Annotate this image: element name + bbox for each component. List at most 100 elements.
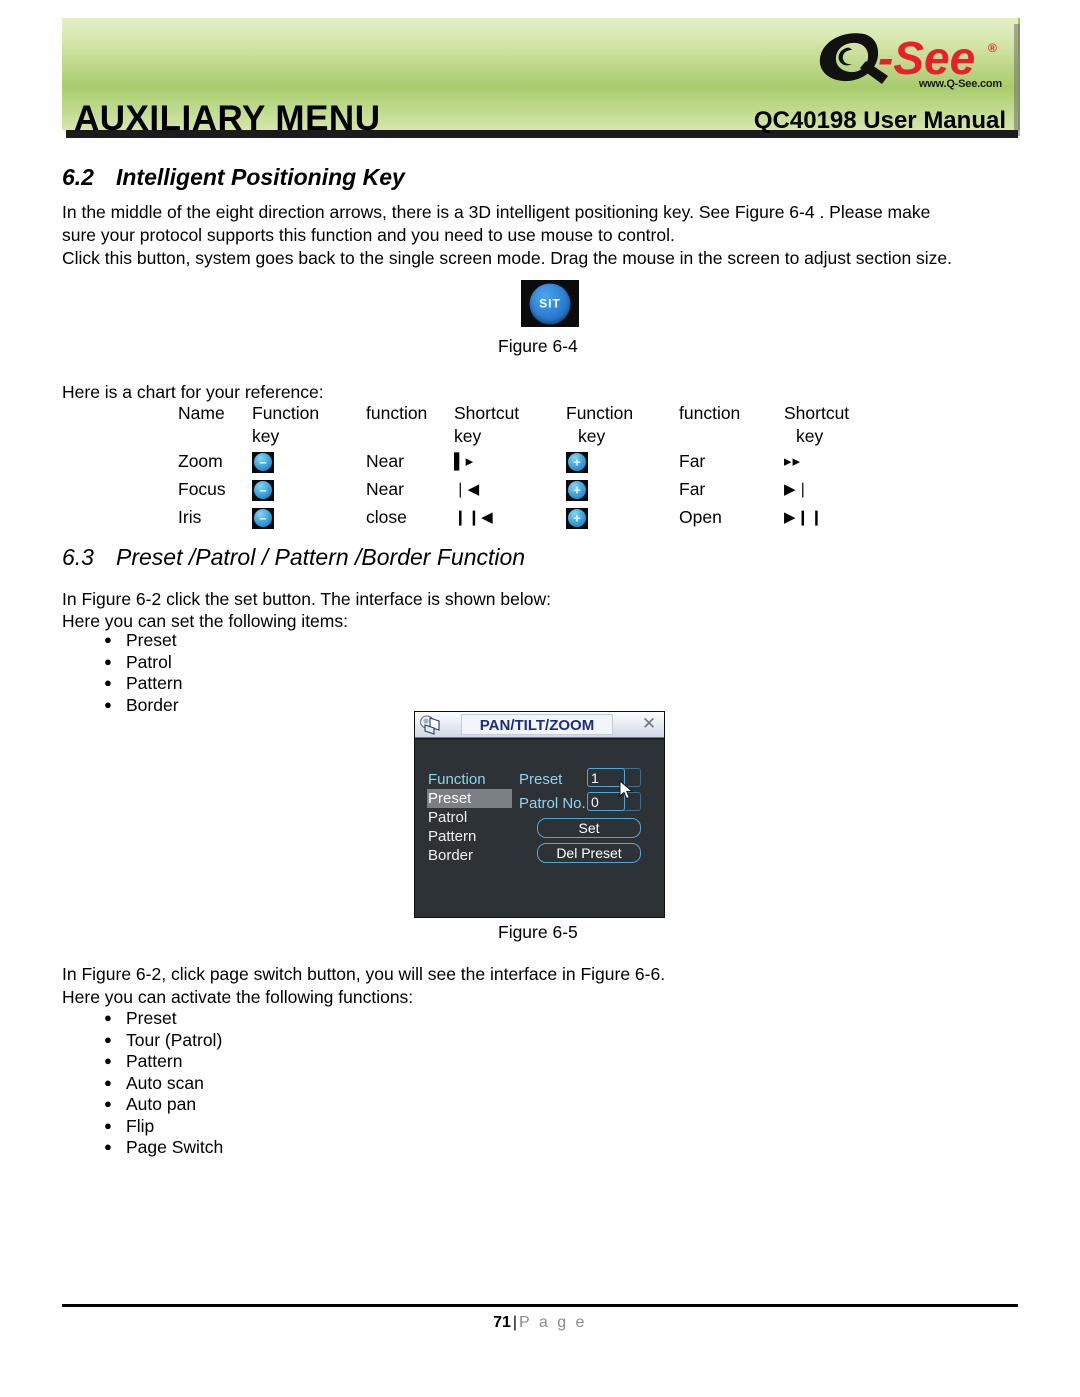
heading-6-3: 6.3 Preset /Patrol / Pattern /Border Func… [62,544,525,571]
section-6-2-paragraph-1: In the middle of the eight direction arr… [62,202,931,222]
menu-item-pattern[interactable]: Pattern [427,827,513,846]
section-6-3-paragraph-1: In Figure 6-2 click the set button. The … [62,589,551,609]
minus-button-icon[interactable]: – [252,451,274,473]
table-header-shortcut-1: Shortcut key [454,403,520,446]
row-function-iris-open: Open [679,507,722,527]
dialog-title-bar: PAN/TILT/ZOOM ✕ [415,712,664,738]
footer-separator: | [512,1314,518,1331]
list-item: Tour (Patrol) [62,1029,223,1052]
sit-button-label: SIT [539,296,561,311]
section-6-2-paragraph-3: Click this button, system goes back to t… [62,248,953,268]
table-header-function-key-2: Function key [566,403,634,446]
row-function-key-iris-minus[interactable]: – [252,504,366,532]
pan-tilt-zoom-dialog[interactable]: PAN/TILT/ZOOM ✕ Function Preset Patrol P… [414,711,665,918]
table-header-shortcut-2: Shortcut key [784,403,850,446]
svg-text:®: ® [988,41,997,55]
list-item: Auto scan [62,1072,223,1095]
plus-button-icon[interactable]: + [566,479,588,501]
patrol-no-field-label: Patrol No. [519,795,586,812]
minus-button-icon[interactable]: – [252,507,274,529]
camera-icon [420,715,440,735]
section-6-3b-paragraph-1: In Figure 6-2, click page switch button,… [62,964,666,984]
list-item: Auto pan [62,1093,223,1116]
heading-6-2-title: Intelligent Positioning Key [115,164,405,190]
list-item: Preset [62,629,182,652]
row-function-key-zoom-plus[interactable]: + [566,448,679,476]
section-6-3b-paragraph-2: Here you can activate the following func… [62,987,414,1007]
svg-text:-See: -See [878,32,975,84]
row-shortcut-iris-open: ▶❙❙ [784,509,824,526]
list-item: Border [62,694,182,717]
row-function-iris-close: close [366,507,407,527]
q-see-logo: -See ® www.Q-See.com [808,26,1008,98]
page-title: AUXILIARY MENU [74,99,381,138]
page-header: -See ® www.Q-See.com AUXILIARY MENU QC40… [62,18,1020,138]
chart-intro-text: Here is a chart for your reference: [62,382,324,402]
row-function-focus-far: Far [679,479,706,499]
row-function-key-zoom-minus[interactable]: – [252,448,366,476]
row-shortcut-iris-close: ❙❙◀ [454,509,494,526]
header-side-shadow [1014,24,1020,136]
row-name-iris: Iris [178,507,202,527]
figure-6-4-caption: Figure 6-4 [498,336,578,356]
table-header-function-2: function [679,403,741,423]
plus-button-icon[interactable]: + [566,451,588,473]
section-6-2-paragraph-2: sure your protocol supports this functio… [62,225,675,245]
heading-6-3-title: Preset /Patrol / Pattern /Border Functio… [115,544,526,570]
row-shortcut-focus-near: ❘◀ [454,481,481,498]
row-name-zoom: Zoom [178,451,223,471]
table-header-function-1: function [366,403,428,423]
row-function-focus-near: Near [366,479,404,499]
list-item: Pattern [62,672,182,695]
shortcut-key-table: Name Function key function Shortcut key … [178,402,908,532]
row-function-zoom-near: Near [366,451,404,471]
footer-divider [62,1304,1018,1307]
manual-name: QC40198 User Manual [753,107,1006,134]
list-item: Pattern [62,1050,223,1073]
list-item: Patrol [62,651,182,674]
mouse-pointer-icon [619,780,634,800]
heading-6-3-number: 6.3 [62,544,94,570]
menu-item-border[interactable]: Border [427,846,513,865]
section-6-3b-item-list: Preset Tour (Patrol) Pattern Auto scan A… [62,1007,223,1159]
figure-6-5-caption: Figure 6-5 [498,922,578,942]
table-header-row: Name Function key function Shortcut key … [178,402,908,448]
row-shortcut-focus-far: ▶❘ [784,481,811,498]
row-shortcut-zoom-far: ▸▸ [784,453,802,470]
row-function-zoom-far: Far [679,451,706,471]
row-function-key-focus-minus[interactable]: – [252,476,366,504]
menu-item-patrol[interactable]: Patrol [427,808,513,827]
del-preset-button[interactable]: Del Preset [537,843,641,863]
table-header-function-key-1: Function key [252,403,320,446]
logo-url-text: www.Q-See.com [918,78,1002,90]
table-row: Focus – Near ❘◀ + Far ▶❘ [178,476,908,504]
q-see-logo-mark: -See ® [819,32,997,84]
section-6-3-item-list: Preset Patrol Pattern Border [62,629,182,717]
table-row: Zoom – Near ▌▸ + Far ▸▸ [178,448,908,476]
menu-label-function: Function [428,771,486,788]
dialog-body: Function Preset Patrol Pattern Border Pr… [415,738,664,917]
dialog-title: PAN/TILT/ZOOM [461,714,613,735]
sit-button-figure: SIT [521,280,579,327]
list-item: Flip [62,1115,223,1138]
row-name-focus: Focus [178,479,226,499]
heading-6-2: 6.2 Intelligent Positioning Key [62,164,405,191]
list-item: Page Switch [62,1136,223,1159]
menu-item-preset[interactable]: Preset [427,789,512,808]
plus-button-icon[interactable]: + [566,507,588,529]
footer: 71 | P a g e [0,1314,1080,1332]
heading-6-2-number: 6.2 [62,164,94,190]
function-menu-list: Function Preset Patrol Pattern Border [427,770,513,865]
minus-button-icon[interactable]: – [252,479,274,501]
row-function-key-focus-plus[interactable]: + [566,476,679,504]
close-icon[interactable]: ✕ [640,714,658,734]
row-function-key-iris-plus[interactable]: + [566,504,679,532]
preset-field-label: Preset [519,771,563,788]
table-header-name: Name [178,403,225,423]
row-shortcut-zoom-near: ▌▸ [454,453,475,470]
table-row: Iris – close ❙❙◀ + Open ▶❙❙ [178,504,908,532]
set-button[interactable]: Set [537,818,641,838]
sit-button-circle: SIT [529,283,571,324]
page-number: 71 [493,1314,511,1331]
list-item: Preset [62,1007,223,1030]
